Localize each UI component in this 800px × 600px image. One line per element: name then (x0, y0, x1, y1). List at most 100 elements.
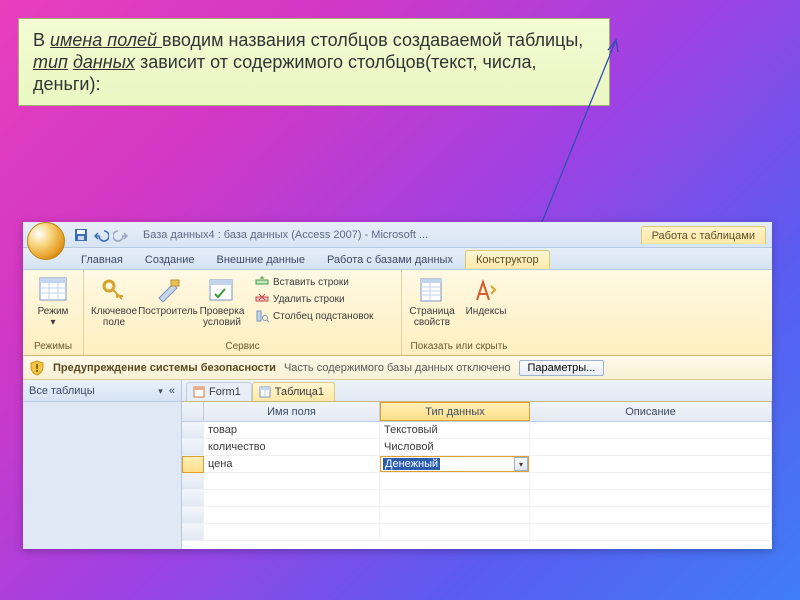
description-cell[interactable] (530, 524, 772, 541)
tab-home[interactable]: Главная (71, 251, 133, 269)
contextual-tab-label: Работа с таблицами (641, 226, 766, 244)
row-selector[interactable] (182, 490, 204, 507)
row-selector[interactable] (182, 507, 204, 524)
data-type-cell[interactable] (380, 507, 530, 524)
select-all-corner[interactable] (182, 402, 204, 421)
tab-label: Form1 (209, 386, 241, 398)
field-name-cell[interactable] (204, 524, 380, 541)
lbl: Страница свойств (408, 306, 456, 328)
lookup-column-button[interactable]: Столбец подстановок (252, 308, 376, 324)
save-icon[interactable] (73, 227, 89, 243)
group-label: Режимы (29, 340, 77, 353)
description-cell[interactable] (530, 422, 772, 439)
description-cell[interactable] (530, 439, 772, 456)
delete-rows-button[interactable]: Удалить строки (252, 291, 376, 307)
tab-create[interactable]: Создание (135, 251, 205, 269)
group-label: Сервис (90, 340, 395, 353)
lbl: Ключевое поле (90, 306, 138, 328)
data-type-cell[interactable]: Числовой (380, 439, 530, 456)
nav-title: Все таблицы (29, 385, 95, 397)
col-header-field-name[interactable]: Имя поля (204, 402, 380, 421)
data-type-cell[interactable] (380, 524, 530, 541)
description-cell[interactable] (530, 473, 772, 490)
chevron-down-icon: ▾ (158, 386, 163, 396)
dropdown-arrow-icon[interactable]: ▾ (514, 457, 528, 471)
lookup-icon (255, 309, 269, 323)
description-cell[interactable] (530, 490, 772, 507)
data-type-cell[interactable] (380, 473, 530, 490)
office-button[interactable] (27, 222, 65, 260)
table-row (182, 524, 772, 541)
builder-button[interactable]: Построитель (144, 274, 192, 317)
indexes-button[interactable]: Индексы (462, 274, 510, 317)
lbl: Проверка условий (198, 306, 246, 328)
view-button[interactable]: Режим▾ (29, 274, 77, 328)
field-name-cell[interactable]: товар (204, 422, 380, 439)
chevron-down-icon: ▾ (50, 317, 55, 328)
data-type-cell[interactable]: Денежный ▾ (380, 456, 530, 473)
security-warning-bar: Предупреждение системы безопасности Част… (23, 356, 772, 380)
data-type-cell[interactable]: Текстовый (380, 422, 530, 439)
warning-title: Предупреждение системы безопасности (53, 362, 276, 374)
tab-label: Таблица1 (275, 386, 324, 398)
field-name-cell[interactable] (204, 473, 380, 490)
access-window: База данных4 : база данных (Access 2007)… (23, 222, 772, 549)
undo-icon[interactable] (93, 227, 109, 243)
lbl: Режим (38, 306, 69, 317)
design-grid: Имя поля Тип данных Описание товар Текст… (182, 402, 772, 549)
field-name-cell[interactable] (204, 490, 380, 507)
tab-design[interactable]: Конструктор (465, 250, 550, 269)
doc-tab-table1[interactable]: Таблица1 (252, 382, 335, 401)
property-sheet-button[interactable]: Страница свойств (408, 274, 456, 328)
col-header-description[interactable]: Описание (530, 402, 772, 421)
ribbon-tabs: Главная Создание Внешние данные Работа с… (23, 248, 772, 270)
document-area: Form1 Таблица1 Имя поля Тип данных Описа… (182, 380, 772, 549)
instruction-callout: В имена полей вводим названия столбцов с… (18, 18, 610, 106)
field-name-cell[interactable]: цена (204, 456, 380, 473)
delete-row-icon (255, 292, 269, 306)
group-views: Режим▾ Режимы (23, 270, 84, 355)
warning-message: Часть содержимого базы данных отключено (284, 362, 511, 374)
row-selector[interactable] (182, 439, 204, 456)
options-button[interactable]: Параметры... (519, 360, 605, 376)
txt: имена полей (50, 30, 162, 50)
tab-database-tools[interactable]: Работа с базами данных (317, 251, 463, 269)
table-row: товар Текстовый (182, 422, 772, 439)
key-icon (99, 276, 129, 304)
data-type-dropdown[interactable]: Денежный ▾ (380, 456, 529, 472)
workspace: Все таблицы ▾ « Form1 Таблица1 Имя поля (23, 380, 772, 549)
document-tabs: Form1 Таблица1 (182, 380, 772, 402)
shield-icon (29, 360, 45, 376)
primary-key-button[interactable]: Ключевое поле (90, 274, 138, 328)
redo-icon[interactable] (113, 227, 129, 243)
ribbon: Режим▾ Режимы Ключевое поле Построитель … (23, 270, 772, 356)
builder-icon (153, 276, 183, 304)
indexes-icon (471, 276, 501, 304)
lbl: Вставить строки (273, 277, 349, 288)
description-cell[interactable] (530, 507, 772, 524)
tab-external-data[interactable]: Внешние данные (207, 251, 315, 269)
validation-button[interactable]: Проверка условий (198, 274, 246, 328)
insert-row-icon (255, 275, 269, 289)
description-cell[interactable] (530, 456, 772, 473)
row-selector[interactable] (182, 456, 204, 473)
window-title: База данных4 : база данных (Access 2007)… (143, 229, 428, 241)
form-icon (193, 386, 205, 398)
row-selector[interactable] (182, 422, 204, 439)
col-header-data-type[interactable]: Тип данных (380, 402, 530, 421)
lbl: Индексы (466, 306, 507, 317)
insert-rows-button[interactable]: Вставить строки (252, 274, 376, 290)
collapse-icon[interactable]: « (169, 385, 175, 397)
lbl: Удалить строки (273, 294, 345, 305)
row-selector[interactable] (182, 473, 204, 490)
validation-icon (207, 276, 237, 304)
row-selector[interactable] (182, 524, 204, 541)
property-sheet-icon (417, 276, 447, 304)
title-bar: База данных4 : база данных (Access 2007)… (23, 222, 772, 248)
field-name-cell[interactable] (204, 507, 380, 524)
data-type-cell[interactable] (380, 490, 530, 507)
nav-pane-header[interactable]: Все таблицы ▾ « (23, 380, 181, 402)
txt: вводим названия столбцов создаваемой таб… (162, 30, 583, 50)
field-name-cell[interactable]: количество (204, 439, 380, 456)
doc-tab-form1[interactable]: Form1 (186, 382, 252, 401)
